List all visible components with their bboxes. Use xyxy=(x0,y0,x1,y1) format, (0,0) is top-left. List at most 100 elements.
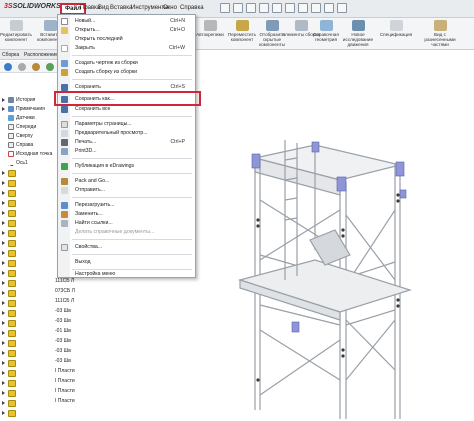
menu-item-send[interactable]: Отправить... xyxy=(58,186,195,195)
tree-part-row[interactable] xyxy=(0,189,56,198)
tree-part-row[interactable] xyxy=(0,339,56,348)
tree-part-row[interactable] xyxy=(0,169,56,178)
part-label[interactable]: 111СБ Л xyxy=(55,298,74,304)
expand-arrow-icon[interactable] xyxy=(2,271,5,275)
expand-arrow-icon[interactable] xyxy=(2,291,5,295)
tree-part-row[interactable] xyxy=(0,289,56,298)
menu-item-print3d[interactable]: Print3D... xyxy=(58,147,195,156)
part-label[interactable]: I Пласти xyxy=(55,398,75,404)
expand-arrow-icon[interactable] xyxy=(2,341,5,345)
expand-arrow-icon[interactable] xyxy=(2,411,5,415)
menu-item-make-assembly[interactable]: Создать сборку из сборки xyxy=(58,68,195,77)
expand-arrow-icon[interactable] xyxy=(2,351,5,355)
menu-item-pack-and-go[interactable]: Pack and Go... xyxy=(58,177,195,186)
expand-arrow-icon[interactable] xyxy=(2,281,5,285)
menu-item-properties[interactable]: Свойства... xyxy=(58,243,195,252)
dim-expert-icon[interactable] xyxy=(46,63,54,71)
tree-part-row[interactable] xyxy=(0,399,56,408)
menu-item-open[interactable]: Открыть... Ctrl+O xyxy=(58,26,195,35)
tree-part-row[interactable] xyxy=(0,359,56,368)
options-icon[interactable] xyxy=(324,3,334,13)
undo-icon[interactable] xyxy=(272,3,282,13)
menu-item-reload[interactable]: Перезагрузить... xyxy=(58,201,195,210)
save-icon[interactable] xyxy=(246,3,256,13)
tree-item-history[interactable]: История xyxy=(0,96,56,105)
menu-item-print[interactable]: Печать... Ctrl+P xyxy=(58,138,195,147)
tree-part-row[interactable] xyxy=(0,179,56,188)
tree-part-row[interactable] xyxy=(0,309,56,318)
tree-part-row[interactable] xyxy=(0,249,56,258)
expand-arrow-icon[interactable] xyxy=(2,211,5,215)
menu-item-page-setup[interactable]: Параметры страницы... xyxy=(58,120,195,129)
menu-item-close[interactable]: Закрыть Ctrl+W xyxy=(58,44,195,53)
tree-part-row[interactable] xyxy=(0,409,56,418)
tree-part-row[interactable] xyxy=(0,219,56,228)
expand-arrow-icon[interactable] xyxy=(2,231,5,235)
part-label[interactable]: 073СБ Л xyxy=(55,288,75,294)
expand-arrow-icon[interactable] xyxy=(2,98,5,102)
part-label[interactable]: I Пласти xyxy=(55,378,75,384)
expand-arrow-icon[interactable] xyxy=(2,371,5,375)
part-label[interactable]: -03 Шв xyxy=(55,358,71,364)
menu-item-new[interactable]: Новый... Ctrl+N xyxy=(58,17,195,26)
config-manager-icon[interactable] xyxy=(32,63,40,71)
expand-arrow-icon[interactable] xyxy=(2,221,5,225)
bom-button[interactable]: Спецификация xyxy=(376,20,416,37)
part-label[interactable]: -03 Шв xyxy=(55,338,71,344)
expand-arrow-icon[interactable] xyxy=(2,241,5,245)
tree-item-sensors[interactable]: Датчики xyxy=(0,114,56,123)
menu-insert[interactable]: Вставка xyxy=(110,5,132,11)
part-label[interactable]: -03 Шв xyxy=(55,318,71,324)
menu-item-save-all[interactable]: Сохранить все xyxy=(58,105,195,114)
tab-layout[interactable]: Расположение xyxy=(24,52,58,58)
menu-item-print-preview[interactable]: Предварительный просмотр... xyxy=(58,129,195,138)
tree-part-row[interactable] xyxy=(0,259,56,268)
graphics-viewport[interactable] xyxy=(200,50,474,419)
tree-item-front-plane[interactable]: Спереди xyxy=(0,123,56,132)
tree-part-row[interactable] xyxy=(0,199,56,208)
expand-arrow-icon[interactable] xyxy=(2,321,5,325)
search-icon[interactable] xyxy=(337,3,347,13)
exploded-view-button[interactable]: Вид с разнесенными частями xyxy=(420,20,460,47)
tree-part-row[interactable] xyxy=(0,239,56,248)
menu-view[interactable]: Вид xyxy=(98,5,109,11)
menu-item-make-drawing[interactable]: Создать чертеж из сборки xyxy=(58,59,195,68)
menu-item-find-references[interactable]: Найти ссылки... xyxy=(58,219,195,228)
expand-arrow-icon[interactable] xyxy=(2,381,5,385)
menu-help[interactable]: Справка xyxy=(180,5,204,11)
expand-arrow-icon[interactable] xyxy=(2,261,5,265)
property-manager-icon[interactable] xyxy=(18,63,26,71)
expand-arrow-icon[interactable] xyxy=(2,181,5,185)
expand-arrow-icon[interactable] xyxy=(2,251,5,255)
feature-tree-icon[interactable] xyxy=(4,63,12,71)
menu-item-publish-edrawings[interactable]: Публикация в eDrawings xyxy=(58,162,195,171)
select-icon[interactable] xyxy=(285,3,295,13)
expand-arrow-icon[interactable] xyxy=(2,361,5,365)
rebuild-icon[interactable] xyxy=(298,3,308,13)
tree-part-row[interactable] xyxy=(0,229,56,238)
expand-arrow-icon[interactable] xyxy=(2,301,5,305)
new-motion-study-button[interactable]: Новое исследование движения xyxy=(338,20,378,47)
tree-part-row[interactable] xyxy=(0,269,56,278)
menu-item-open-recent[interactable]: Открыть последний xyxy=(58,35,195,44)
menu-window[interactable]: Окно xyxy=(163,5,177,11)
expand-arrow-icon[interactable] xyxy=(2,331,5,335)
tree-part-row[interactable] xyxy=(0,349,56,358)
tab-assembly[interactable]: Сборка xyxy=(2,52,19,58)
part-label[interactable]: -03 Шв xyxy=(55,308,71,314)
menu-item-customize-menu[interactable]: Настройка меню xyxy=(58,270,195,279)
expand-arrow-icon[interactable] xyxy=(2,171,5,175)
expand-arrow-icon[interactable] xyxy=(2,201,5,205)
tree-item-right-plane[interactable]: Справа xyxy=(0,141,56,150)
tree-item-top-plane[interactable]: Сверху xyxy=(0,132,56,141)
tree-part-row[interactable] xyxy=(0,209,56,218)
tree-part-row[interactable] xyxy=(0,329,56,338)
menu-item-exit[interactable]: Выход xyxy=(58,258,195,267)
expand-arrow-icon[interactable] xyxy=(2,401,5,405)
part-label[interactable]: -03 Шв xyxy=(55,348,71,354)
tree-part-row[interactable] xyxy=(0,389,56,398)
expand-arrow-icon[interactable] xyxy=(2,391,5,395)
tree-item-axis1[interactable]: Ось1 xyxy=(0,159,56,168)
new-icon[interactable] xyxy=(220,3,230,13)
part-label[interactable]: I Пласти xyxy=(55,388,75,394)
